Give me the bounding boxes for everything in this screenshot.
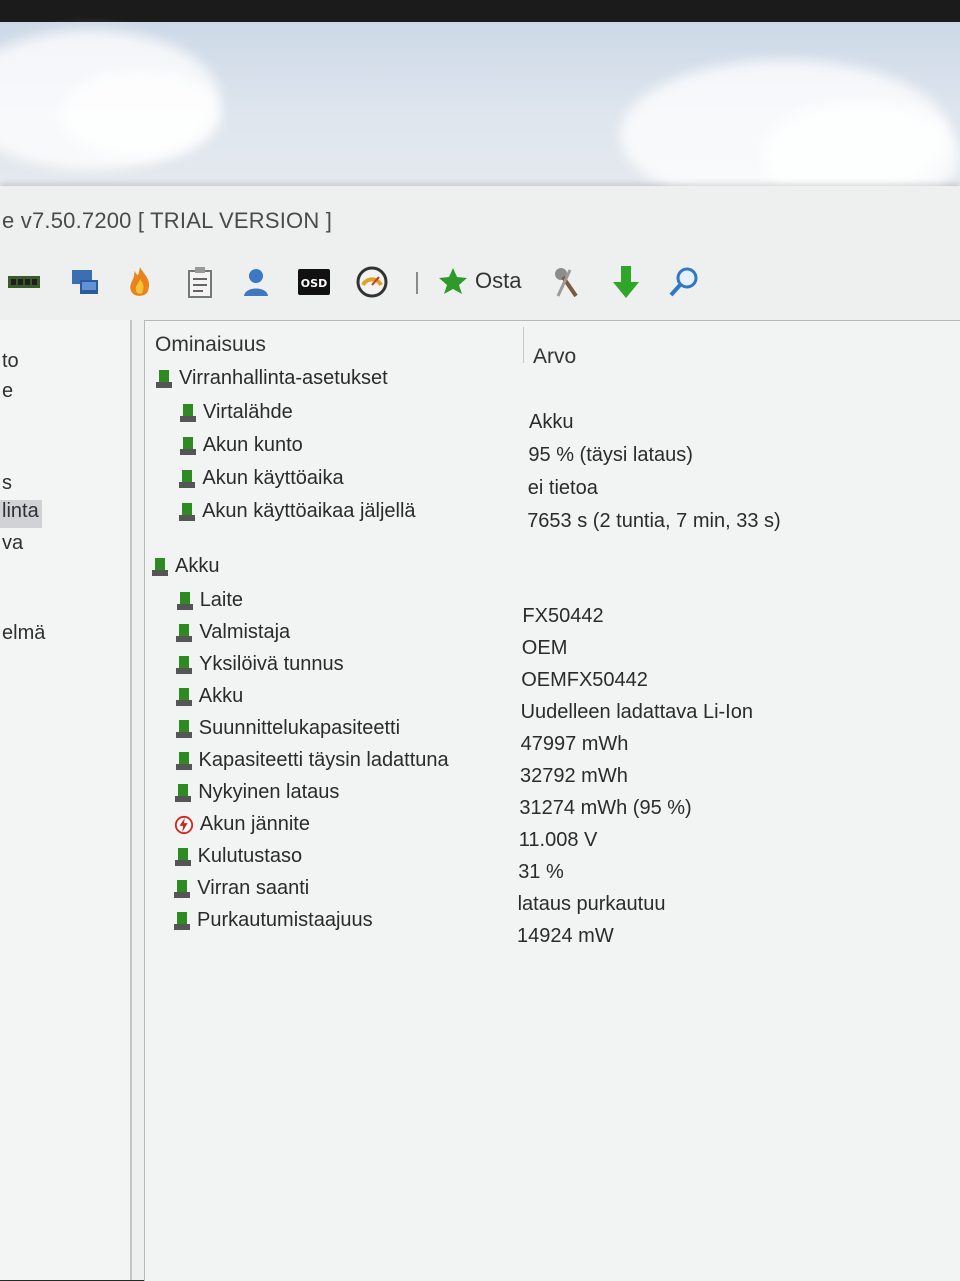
- battery-icon: [175, 783, 192, 802]
- property-row[interactable]: Virtalähde: [179, 401, 293, 424]
- voltage-icon: [174, 815, 193, 834]
- battery-icon: [175, 751, 192, 770]
- property-value: FX50442: [522, 605, 604, 627]
- title-bar: e v7.50.7200 [ TRIAL VERSION ]: [0, 186, 960, 256]
- toolbar: OSD Osta: [0, 262, 960, 312]
- app-window: e v7.50.7200 [ TRIAL VERSION ] OSD Osta: [0, 186, 960, 1281]
- gauge-icon[interactable]: [354, 262, 390, 302]
- property-row[interactable]: Kapasiteetti täysin ladattuna: [175, 749, 449, 772]
- property-label: Akun kunto: [202, 434, 303, 456]
- buy-button-label: Osta: [475, 268, 522, 293]
- toolbar-separator: [416, 272, 418, 294]
- svg-text:OSD: OSD: [301, 277, 327, 290]
- download-arrow-icon[interactable]: [608, 262, 644, 302]
- property-row[interactable]: Suunnittelukapasiteetti: [175, 717, 400, 740]
- osd-icon[interactable]: OSD: [296, 262, 332, 302]
- column-header-property[interactable]: Ominaisuus: [155, 333, 266, 357]
- property-label: Akun jännite: [199, 813, 310, 835]
- property-label: Nykyinen lataus: [198, 781, 340, 803]
- property-label: Valmistaja: [199, 621, 291, 643]
- memory-icon[interactable]: [6, 262, 42, 302]
- group-label: Akku: [175, 555, 220, 577]
- tools-icon[interactable]: [548, 262, 584, 302]
- property-label: Suunnittelukapasiteetti: [198, 717, 401, 739]
- property-row[interactable]: Yksilöivä tunnus: [175, 653, 344, 676]
- network-icon[interactable]: [66, 262, 102, 302]
- nav-item[interactable]: to: [0, 350, 19, 373]
- nav-item[interactable]: s: [0, 472, 12, 495]
- property-row[interactable]: Laite: [176, 589, 243, 612]
- nav-item-selected[interactable]: linta: [0, 500, 42, 528]
- battery-icon: [176, 655, 193, 674]
- property-value: 31274 mWh (95 %): [519, 797, 692, 819]
- nav-item[interactable]: e: [0, 380, 13, 403]
- property-label: Akun käyttöaikaa jäljellä: [202, 500, 416, 522]
- battery-icon: [174, 911, 190, 930]
- property-value: 7653 s (2 tuntia, 7 min, 33 s): [527, 510, 781, 532]
- window-title: e v7.50.7200 [ TRIAL VERSION ]: [2, 208, 333, 233]
- buy-button[interactable]: Osta: [437, 266, 521, 296]
- user-icon[interactable]: [238, 262, 274, 302]
- property-value: OEMFX50442: [521, 669, 648, 691]
- flame-icon[interactable]: [122, 262, 158, 302]
- properties-panel: Ominaisuus Arvo Virranhallinta-asetukset…: [144, 320, 960, 1281]
- property-row[interactable]: Akun kunto: [179, 434, 303, 457]
- battery-icon: [179, 469, 196, 488]
- property-value: Uudelleen ladattava Li-Ion: [520, 701, 753, 723]
- screen-bezel: [0, 0, 960, 22]
- property-row[interactable]: Purkautumistaajuus: [173, 909, 373, 932]
- navigation-tree: to e s linta va elmä: [0, 320, 132, 1280]
- property-row[interactable]: Akun käyttöaika: [178, 467, 344, 490]
- property-value: OEM: [521, 637, 568, 659]
- report-icon[interactable]: [182, 262, 218, 302]
- property-value: Akku: [529, 411, 574, 433]
- group-header[interactable]: Akku: [151, 555, 219, 578]
- property-value: 47997 mWh: [520, 733, 629, 755]
- group-header[interactable]: Virranhallinta-asetukset: [155, 367, 388, 390]
- column-divider[interactable]: [523, 327, 524, 363]
- property-label: Kapasiteetti täysin ladattuna: [198, 749, 449, 771]
- nav-item[interactable]: va: [0, 532, 23, 555]
- battery-icon: [180, 403, 196, 422]
- property-label: Purkautumistaajuus: [197, 909, 373, 931]
- property-label: Kulutustaso: [197, 845, 303, 867]
- column-header-value[interactable]: Arvo: [533, 345, 576, 369]
- battery-icon: [179, 436, 196, 455]
- property-row[interactable]: Valmistaja: [175, 621, 290, 644]
- property-label: Yksilöivä tunnus: [199, 653, 344, 675]
- group-label: Virranhallinta-asetukset: [179, 367, 388, 389]
- property-value: ei tietoa: [527, 477, 598, 499]
- property-value: 32792 mWh: [520, 765, 628, 787]
- property-label: Laite: [199, 589, 244, 611]
- battery-icon: [174, 847, 191, 866]
- property-value: 14924 mW: [517, 925, 614, 947]
- property-value: 31 %: [518, 861, 564, 883]
- property-row[interactable]: Akun käyttöaikaa jäljellä: [178, 500, 416, 523]
- property-row[interactable]: Kulutustaso: [174, 845, 303, 868]
- property-value: lataus purkautuu: [517, 893, 666, 915]
- battery-icon: [175, 719, 192, 738]
- battery-icon: [174, 879, 191, 898]
- battery-icon: [156, 369, 172, 388]
- property-value: 95 % (täysi lataus): [528, 444, 693, 466]
- battery-icon: [176, 623, 193, 642]
- battery-icon: [176, 591, 193, 610]
- property-row[interactable]: Akun jännite: [174, 813, 310, 836]
- property-label: Akku: [198, 685, 244, 707]
- property-row[interactable]: Virran saanti: [173, 877, 309, 900]
- property-row[interactable]: Nykyinen lataus: [174, 781, 339, 804]
- buy-star-icon: [439, 268, 467, 294]
- nav-item[interactable]: elmä: [0, 622, 45, 645]
- search-icon[interactable]: [666, 262, 702, 302]
- property-label: Virran saanti: [197, 877, 310, 899]
- property-row[interactable]: Akku: [175, 685, 243, 708]
- property-label: Akun käyttöaika: [202, 467, 344, 489]
- property-label: Virtalähde: [203, 401, 293, 423]
- battery-icon: [152, 557, 168, 576]
- property-value: 11.008 V: [518, 829, 598, 851]
- battery-icon: [175, 687, 192, 706]
- battery-icon: [179, 502, 196, 521]
